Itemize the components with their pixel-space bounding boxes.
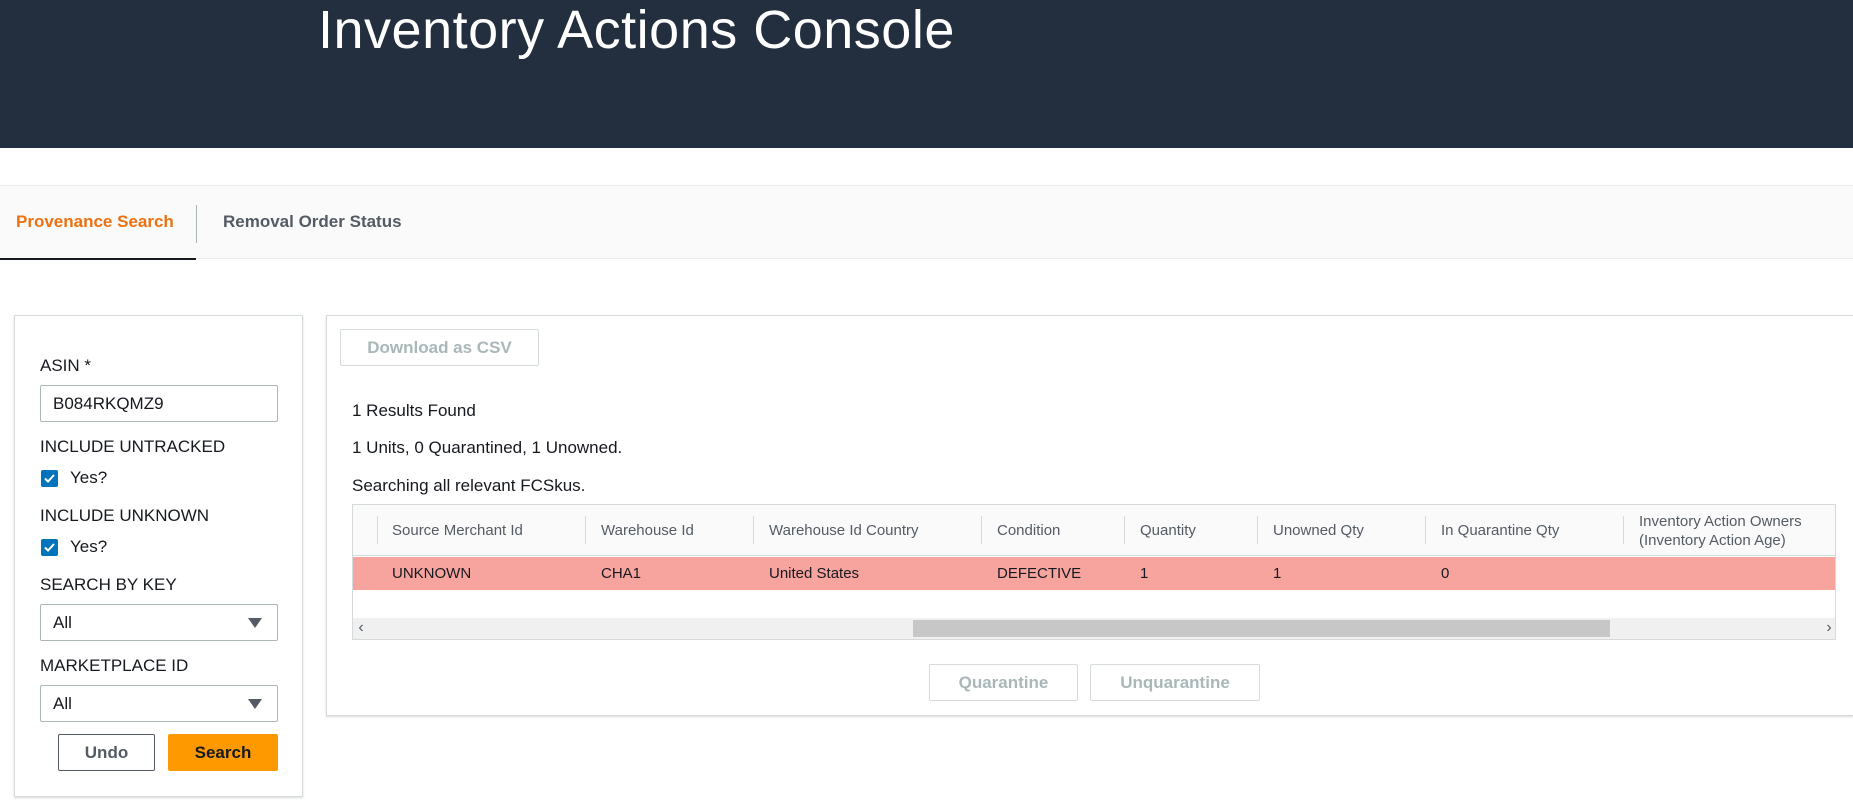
include-untracked-label: INCLUDE UNTRACKED [40,437,226,456]
searching-text: Searching all relevant FCSkus. [352,476,586,495]
search-by-key-label: SEARCH BY KEY [40,575,177,594]
search-by-key-value: All [53,613,72,632]
column-header-in-quarantine-qty[interactable]: In Quarantine Qty [1441,505,1559,556]
column-separator [1623,516,1624,544]
column-header-unowned-qty[interactable]: Unowned Qty [1273,505,1364,556]
cell-source-merchant-id: UNKNOWN [392,565,472,582]
cell-quantity: 1 [1140,565,1149,582]
include-unknown-option: Yes? [70,537,108,556]
column-separator [1425,516,1426,544]
checkmark-icon [44,474,55,483]
unquarantine-button[interactable]: Unquarantine [1090,664,1260,701]
column-separator [585,516,586,544]
marketplace-id-select[interactable]: All [40,685,278,722]
results-table: Source Merchant Id Warehouse Id Warehous… [352,504,1836,640]
column-separator [753,516,754,544]
caret-down-icon [248,618,262,628]
column-header-source-merchant-id[interactable]: Source Merchant Id [392,505,523,556]
marketplace-id-value: All [53,694,72,713]
caret-down-icon [248,699,262,709]
include-unknown-label: INCLUDE UNKNOWN [40,506,210,525]
column-header-warehouse-id[interactable]: Warehouse Id [601,505,694,556]
results-panel: Download as CSV 1 Results Found 1 Units,… [326,315,1853,716]
column-header-warehouse-id-country[interactable]: Warehouse Id Country [769,505,919,556]
table-header: Source Merchant Id Warehouse Id Warehous… [353,505,1835,556]
column-separator [1257,516,1258,544]
cell-warehouse-id-country: United States [769,565,860,582]
tab-provenance-search[interactable]: Provenance Search [0,186,196,260]
cell-unowned-qty: 1 [1273,565,1282,582]
tab-divider [196,205,197,243]
horizontal-scrollbar[interactable]: ‹ › [353,618,1835,639]
column-header-inventory-action-owners[interactable]: Inventory Action Owners (Inventory Actio… [1639,505,1835,556]
column-separator [1124,516,1125,544]
asin-input[interactable] [40,385,278,422]
quarantine-button[interactable]: Quarantine [929,664,1078,701]
marketplace-id-label: MARKETPLACE ID [40,656,189,675]
scroll-right-icon[interactable]: › [1821,618,1835,639]
cell-condition: DEFECTIVE [997,565,1082,582]
page-title: Inventory Actions Console [318,0,955,60]
include-unknown-checkbox[interactable] [41,539,58,556]
column-header-quantity[interactable]: Quantity [1140,505,1196,556]
scrollbar-thumb[interactable] [913,620,1610,637]
search-button[interactable]: Search [168,734,278,771]
cell-warehouse-id: CHA1 [601,565,642,582]
column-separator [981,516,982,544]
cell-in-quarantine-qty: 0 [1441,565,1450,582]
filter-panel: ASIN * INCLUDE UNTRACKED Yes? INCLUDE UN… [14,315,303,797]
scroll-left-icon[interactable]: ‹ [353,618,369,639]
download-csv-button[interactable]: Download as CSV [340,329,539,366]
checkmark-icon [44,543,55,552]
asin-label: ASIN * [40,356,92,375]
tab-bar: Provenance Search Removal Order Status [0,185,1853,260]
undo-button[interactable]: Undo [58,734,155,771]
column-header-condition[interactable]: Condition [997,505,1060,556]
results-count: 1 Results Found [352,401,476,420]
column-separator [377,516,378,544]
include-untracked-checkbox[interactable] [41,470,58,487]
tab-removal-order-status[interactable]: Removal Order Status [223,186,402,260]
results-summary: 1 Units, 0 Quarantined, 1 Unowned. [352,438,623,457]
search-by-key-select[interactable]: All [40,604,278,641]
header-banner: Inventory Actions Console [0,0,1853,148]
table-row[interactable]: UNKNOWN CHA1 United States DEFECTIVE 1 1… [353,557,1835,590]
include-untracked-option: Yes? [70,468,108,487]
